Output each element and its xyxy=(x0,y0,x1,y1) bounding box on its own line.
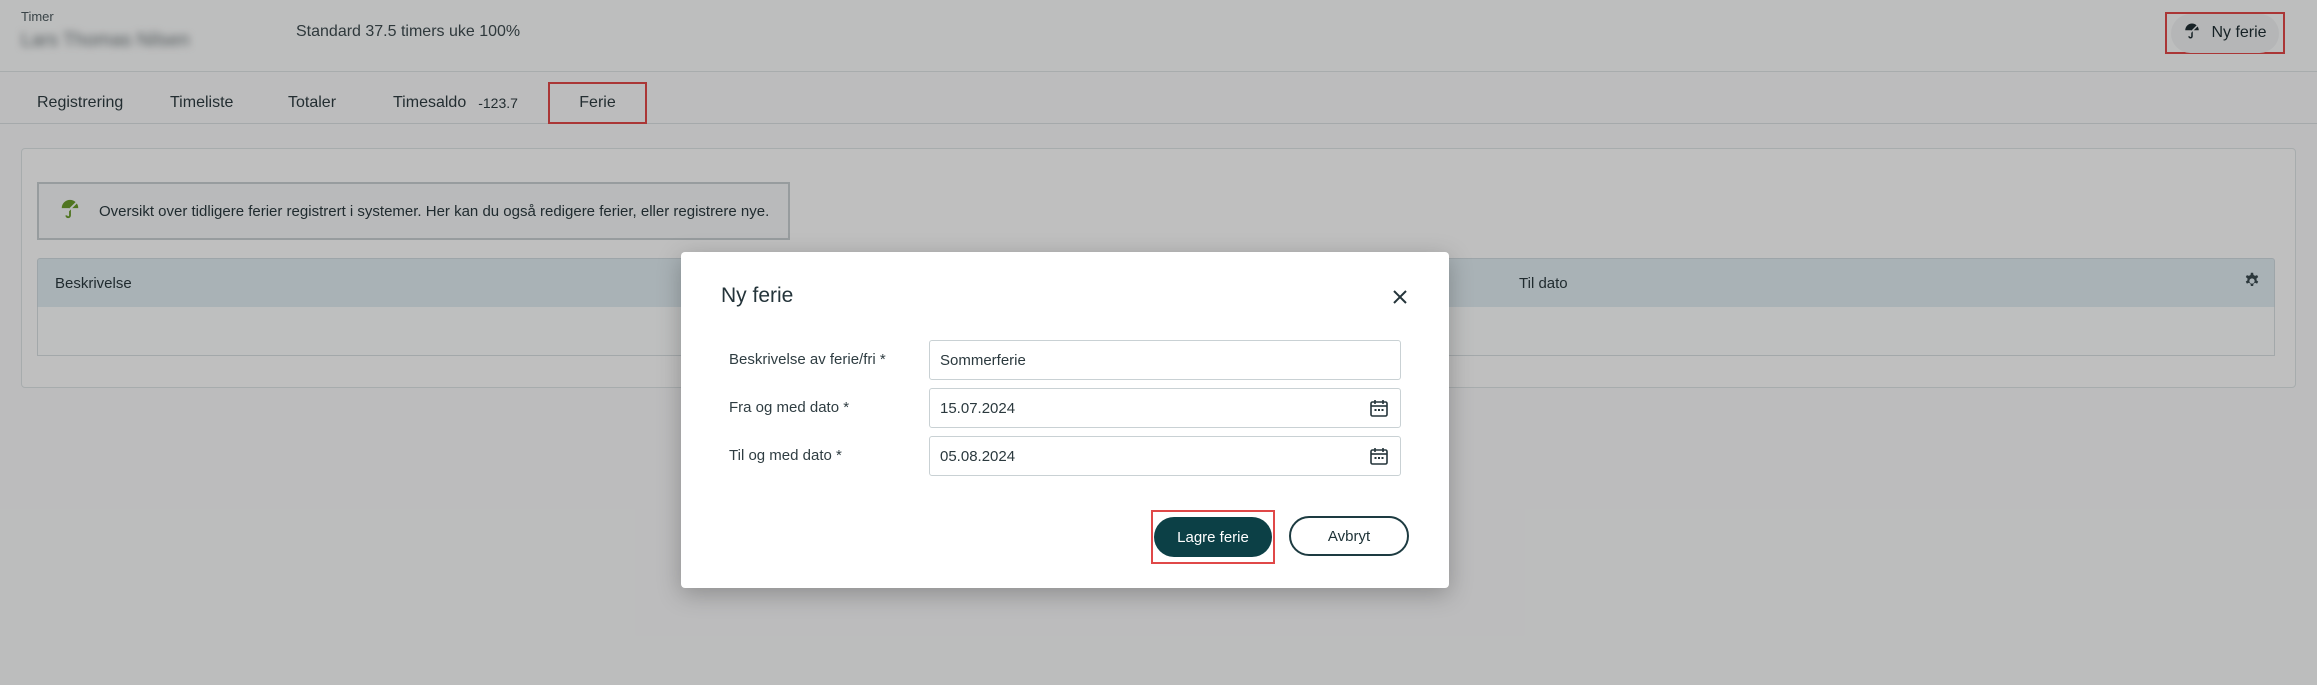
new-vacation-dialog: Ny ferie Beskrivelse av ferie/fri * Fra … xyxy=(681,252,1449,588)
from-date-input[interactable] xyxy=(929,388,1401,428)
calendar-icon[interactable] xyxy=(1369,398,1389,423)
dialog-title: Ny ferie xyxy=(721,284,794,307)
save-vacation-button[interactable]: Lagre ferie xyxy=(1154,517,1272,557)
from-date-row: Fra og med dato * xyxy=(729,388,1409,428)
description-row: Beskrivelse av ferie/fri * xyxy=(729,340,1409,380)
calendar-icon[interactable] xyxy=(1369,446,1389,471)
to-date-row: Til og med dato * xyxy=(729,436,1409,476)
to-date-input[interactable] xyxy=(929,436,1401,476)
to-date-label: Til og med dato * xyxy=(729,447,842,464)
description-label: Beskrivelse av ferie/fri * xyxy=(729,351,886,368)
description-input[interactable] xyxy=(929,340,1401,380)
save-button-highlight: Lagre ferie xyxy=(1151,510,1275,564)
close-icon[interactable] xyxy=(1385,282,1415,312)
from-date-label: Fra og med dato * xyxy=(729,399,850,416)
cancel-button[interactable]: Avbryt xyxy=(1289,516,1409,556)
